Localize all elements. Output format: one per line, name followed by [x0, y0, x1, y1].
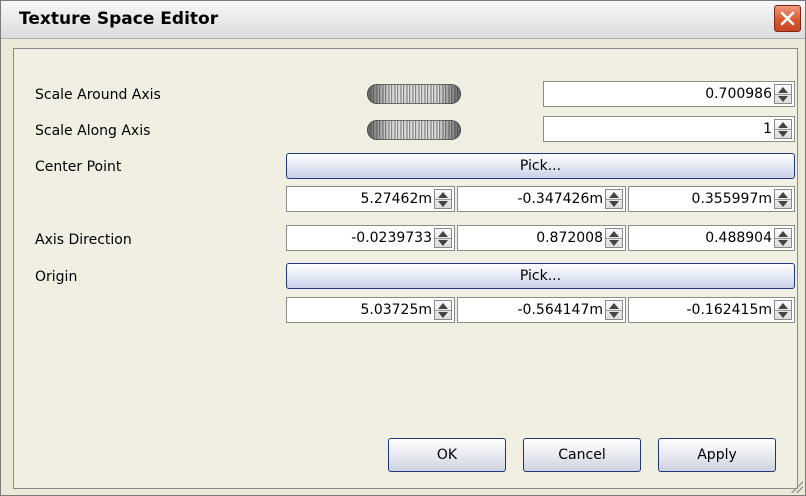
- center-point-z-value: 0.355997m: [691, 191, 772, 207]
- resize-grip-icon[interactable]: [791, 481, 803, 493]
- center-point-z-field[interactable]: 0.355997m: [628, 186, 795, 212]
- spinner-arrows-icon[interactable]: [434, 189, 452, 209]
- title-bar[interactable]: Texture Space Editor: [1, 1, 805, 39]
- center-point-x-value: 5.27462m: [360, 191, 432, 207]
- scale-along-axis-jog-wheel[interactable]: [367, 120, 461, 140]
- texture-space-editor-window: Texture Space Editor Scale Around Axis 0…: [0, 0, 806, 496]
- center-point-label: Center Point: [35, 159, 122, 175]
- center-point-pick-button[interactable]: Pick...: [286, 153, 795, 179]
- origin-x-value: 5.03725m: [360, 302, 432, 318]
- origin-z-field[interactable]: -0.162415m: [628, 297, 795, 323]
- scale-along-axis-label: Scale Along Axis: [35, 123, 151, 139]
- spinner-arrows-icon[interactable]: [774, 119, 792, 139]
- spinner-arrows-icon[interactable]: [774, 84, 792, 104]
- spinner-arrows-icon[interactable]: [434, 300, 452, 320]
- axis-direction-z-value: 0.488904: [705, 230, 772, 246]
- axis-direction-x-value: -0.0239733: [351, 230, 432, 246]
- origin-y-field[interactable]: -0.564147m: [457, 297, 626, 323]
- cancel-button[interactable]: Cancel: [523, 438, 641, 472]
- axis-direction-y-value: 0.872008: [536, 230, 603, 246]
- spinner-arrows-icon[interactable]: [605, 300, 623, 320]
- spinner-arrows-icon[interactable]: [434, 228, 452, 248]
- origin-z-value: -0.162415m: [686, 302, 773, 318]
- axis-direction-label: Axis Direction: [35, 232, 132, 248]
- spinner-arrows-icon[interactable]: [774, 228, 792, 248]
- scale-along-axis-value: 1: [763, 121, 772, 137]
- origin-pick-button[interactable]: Pick...: [286, 263, 795, 289]
- center-point-y-value: -0.347426m: [517, 191, 604, 207]
- close-button[interactable]: [774, 5, 801, 32]
- scale-around-axis-value: 0.700986: [705, 86, 772, 102]
- origin-label: Origin: [35, 269, 78, 285]
- center-point-y-field[interactable]: -0.347426m: [457, 186, 626, 212]
- scale-along-axis-field[interactable]: 1: [543, 116, 795, 142]
- axis-direction-y-field[interactable]: 0.872008: [457, 225, 626, 251]
- scale-around-axis-field[interactable]: 0.700986: [543, 81, 795, 107]
- window-title: Texture Space Editor: [19, 9, 219, 29]
- axis-direction-z-field[interactable]: 0.488904: [628, 225, 795, 251]
- origin-y-value: -0.564147m: [517, 302, 604, 318]
- axis-direction-x-field[interactable]: -0.0239733: [286, 225, 455, 251]
- scale-around-axis-jog-wheel[interactable]: [367, 84, 461, 104]
- close-icon: [780, 11, 795, 26]
- scale-around-axis-label: Scale Around Axis: [35, 87, 161, 103]
- spinner-arrows-icon[interactable]: [774, 189, 792, 209]
- ok-button[interactable]: OK: [388, 438, 506, 472]
- spinner-arrows-icon[interactable]: [605, 228, 623, 248]
- spinner-arrows-icon[interactable]: [605, 189, 623, 209]
- spinner-arrows-icon[interactable]: [774, 300, 792, 320]
- center-point-x-field[interactable]: 5.27462m: [286, 186, 455, 212]
- origin-x-field[interactable]: 5.03725m: [286, 297, 455, 323]
- apply-button[interactable]: Apply: [658, 438, 776, 472]
